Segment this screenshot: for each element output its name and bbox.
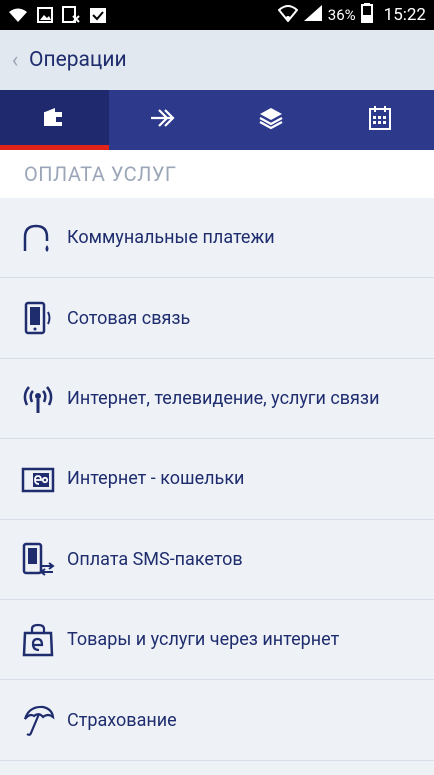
back-chevron-icon[interactable]: ‹ <box>4 48 26 73</box>
e-wallet-icon <box>21 462 55 496</box>
list-item-label: Оплата SMS-пакетов <box>67 548 243 570</box>
list-item-utilities[interactable]: Коммунальные платежи <box>0 198 434 279</box>
list-item-e-wallets[interactable]: Интернет - кошельки <box>0 439 434 520</box>
tab-bar <box>0 90 434 150</box>
mobile-phone-icon <box>21 301 55 335</box>
image-icon <box>37 7 53 23</box>
battery-percent: 36% <box>327 6 356 24</box>
list-item-label: Коммунальные платежи <box>67 227 275 249</box>
app-bar: ‹ Операции <box>0 30 434 90</box>
status-bar: 36% 15:22 <box>0 0 434 30</box>
shopping-bag-icon <box>21 623 55 657</box>
clipboard-check-icon <box>89 6 107 24</box>
list-item-internet-tv[interactable]: Интернет, телевидение, услуги связи <box>0 358 434 440</box>
list-item-label: Интернет - кошельки <box>67 468 245 490</box>
double-arrow-right-icon <box>149 107 177 133</box>
faucet-icon <box>21 221 55 255</box>
list-item-label: Интернет, телевидение, услуги связи <box>67 387 380 409</box>
list-item-label: Сотовая связь <box>67 307 191 329</box>
wallet-icon <box>41 105 67 135</box>
phone-transfer-icon <box>21 542 55 577</box>
broadcast-antenna-icon <box>21 381 55 415</box>
umbrella-icon <box>21 703 55 737</box>
calendar-icon <box>368 105 392 135</box>
list-item-label: Страхование <box>67 709 177 731</box>
tab-calendar[interactable] <box>326 90 434 150</box>
list-item-insurance[interactable]: Страхование <box>0 680 434 761</box>
list-item-sms-packages[interactable]: Оплата SMS-пакетов <box>0 519 434 600</box>
battery-icon <box>360 3 373 27</box>
wifi-icon <box>8 7 28 23</box>
tab-accounts[interactable] <box>217 90 326 150</box>
list-item-label: Товары и услуги через интернет <box>67 629 340 651</box>
tab-transfers[interactable] <box>109 90 218 150</box>
list-item-online-goods[interactable]: Товары и услуги через интернет <box>0 599 434 681</box>
section-title: ОПЛАТА УСЛУГ <box>24 162 177 186</box>
tab-payments[interactable] <box>0 90 109 150</box>
wifi-signal-icon <box>277 4 299 26</box>
cell-signal-icon <box>303 4 323 26</box>
list-item-mobile[interactable]: Сотовая связь <box>0 278 434 359</box>
services-list: Коммунальные платежи Сотовая связь Интер… <box>0 198 434 761</box>
clock: 15:22 <box>383 5 426 25</box>
layers-icon <box>258 106 284 134</box>
section-header: ОПЛАТА УСЛУГ <box>0 150 434 198</box>
sim-error-icon <box>62 6 80 24</box>
page-title: Операции <box>29 48 127 72</box>
